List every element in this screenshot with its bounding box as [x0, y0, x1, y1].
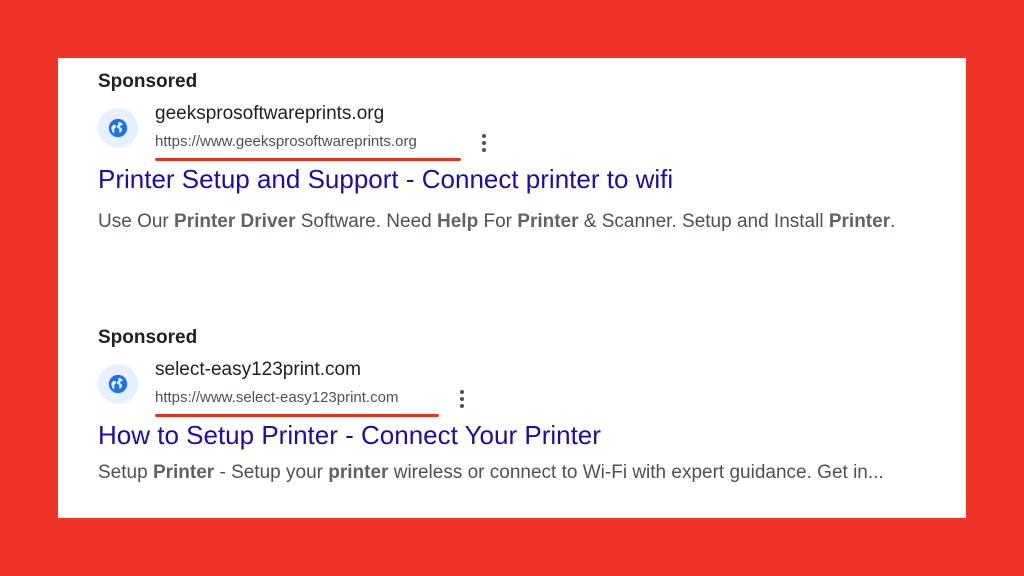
- description-keyword: Printer: [517, 211, 579, 232]
- result-title-link[interactable]: Printer Setup and Support - Connect prin…: [98, 163, 958, 195]
- site-name[interactable]: geeksprosoftwareprints.org: [155, 102, 384, 126]
- globe-icon: [98, 108, 138, 148]
- description-keyword: Printer: [152, 462, 215, 483]
- description-keyword: Printer Driver: [174, 211, 296, 232]
- description-keyword: Printer: [828, 211, 891, 232]
- result-title-link[interactable]: How to Setup Printer - Connect Your Prin…: [98, 419, 958, 451]
- description-text: - Setup your: [214, 462, 329, 483]
- sponsored-label: Sponsored: [98, 71, 198, 92]
- sponsored-result: Sponsored geeksprosoftwareprints.org htt…: [98, 70, 958, 239]
- result-description: Setup Printer - Setup your printer wirel…: [98, 459, 918, 487]
- more-vertical-icon[interactable]: [478, 130, 490, 156]
- site-url[interactable]: https://www.select-easy123print.com: [155, 388, 398, 408]
- description-text: For: [478, 211, 518, 232]
- description-keyword: printer: [328, 462, 389, 483]
- red-underline-annotation: [155, 414, 439, 417]
- description-text: Software. Need: [295, 211, 438, 232]
- site-url[interactable]: https://www.geeksprosoftwareprints.org: [155, 132, 417, 152]
- site-name[interactable]: select-easy123print.com: [155, 358, 361, 382]
- description-text: & Scanner. Setup and Install: [578, 211, 829, 232]
- description-text: Use Our: [98, 211, 175, 232]
- description-text: wireless or connect to Wi-Fi with expert…: [388, 462, 884, 483]
- more-vertical-icon[interactable]: [456, 386, 468, 412]
- description-text: Setup: [98, 462, 153, 483]
- description-keyword: Help: [437, 211, 479, 232]
- sponsored-result: Sponsored select-easy123print.com https:…: [98, 326, 958, 487]
- result-source[interactable]: select-easy123print.com https://www.sele…: [98, 358, 958, 417]
- search-results-card: Sponsored geeksprosoftwareprints.org htt…: [58, 58, 966, 518]
- result-description: Use Our Printer Driver Software. Need He…: [98, 205, 918, 239]
- result-source[interactable]: geeksprosoftwareprints.org https://www.g…: [98, 102, 958, 161]
- red-underline-annotation: [155, 158, 461, 161]
- description-text: .: [890, 211, 896, 232]
- globe-icon: [98, 364, 138, 404]
- sponsored-label: Sponsored: [98, 327, 198, 348]
